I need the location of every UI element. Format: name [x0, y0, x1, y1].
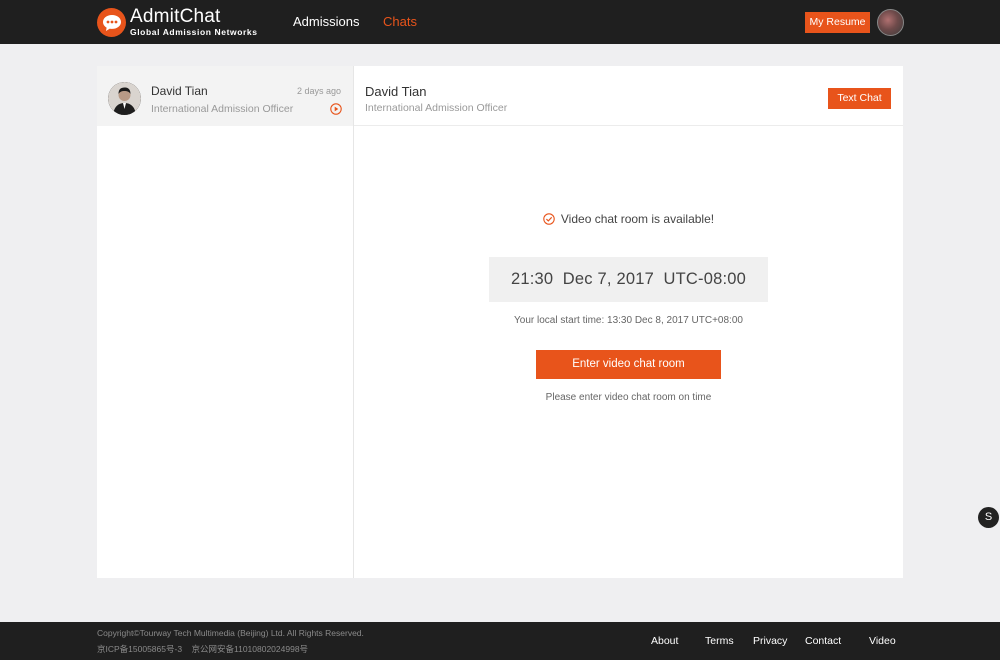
footer: Copyright©Tourway Tech Multimedia (Beiji… — [0, 622, 1000, 660]
footer-link-contact[interactable]: Contact — [805, 635, 841, 647]
play-circle-icon — [330, 102, 342, 115]
nav-admissions[interactable]: Admissions — [293, 14, 359, 29]
chat-contact-role: International Admission Officer — [365, 102, 508, 114]
icp-text: 京ICP备15005865号-3 京公网安备11010802024998号 — [97, 644, 309, 654]
brand-logo[interactable]: AdmitChat Global Admission Networks — [97, 6, 267, 37]
conversation-item[interactable]: David Tian International Admission Offic… — [97, 66, 353, 126]
on-time-note: Please enter video chat room on time — [545, 392, 712, 403]
chat-panel: David Tian International Admission Offic… — [97, 66, 903, 578]
conversation-list: David Tian International Admission Offic… — [97, 66, 354, 578]
scheduled-time: 21:30 Dec 7, 2017 UTC-08:00 — [489, 257, 768, 302]
chat-header: David Tian International Admission Offic… — [354, 66, 903, 126]
footer-link-about[interactable]: About — [651, 635, 678, 647]
my-resume-button[interactable]: My Resume — [805, 12, 870, 33]
footer-link-privacy[interactable]: Privacy — [753, 635, 787, 647]
brand-tagline: Global Admission Networks — [130, 27, 258, 37]
availability-message: Video chat room is available! — [354, 212, 903, 228]
chat-area: David Tian International Admission Offic… — [354, 66, 903, 578]
floating-s-button[interactable]: S — [978, 507, 999, 528]
chat-contact-name: David Tian — [365, 84, 427, 99]
scheduled-time-text: 21:30 Dec 7, 2017 UTC-08:00 — [510, 270, 747, 288]
enter-video-chat-button[interactable]: Enter video chat room — [536, 350, 721, 379]
footer-link-terms[interactable]: Terms — [705, 635, 734, 647]
conversation-time: 2 days ago — [296, 86, 341, 96]
footer-link-video[interactable]: Video — [869, 635, 896, 647]
chat-bubble-icon — [97, 8, 126, 37]
contact-role: International Admission Officer — [151, 103, 294, 115]
local-start-time: Your local start time: 13:30 Dec 8, 2017… — [514, 315, 743, 326]
contact-name: David Tian — [151, 84, 208, 98]
text-chat-button[interactable]: Text Chat — [828, 88, 891, 109]
user-avatar[interactable] — [877, 9, 904, 36]
check-circle-icon — [543, 213, 555, 228]
contact-avatar — [108, 82, 141, 115]
brand-name: AdmitChat — [130, 6, 221, 27]
availability-text: Video chat room is available! — [560, 212, 715, 226]
copyright-text: Copyright©Tourway Tech Multimedia (Beiji… — [97, 628, 364, 638]
top-navbar: AdmitChat Global Admission Networks Admi… — [0, 0, 1000, 44]
nav-chats[interactable]: Chats — [383, 14, 417, 29]
